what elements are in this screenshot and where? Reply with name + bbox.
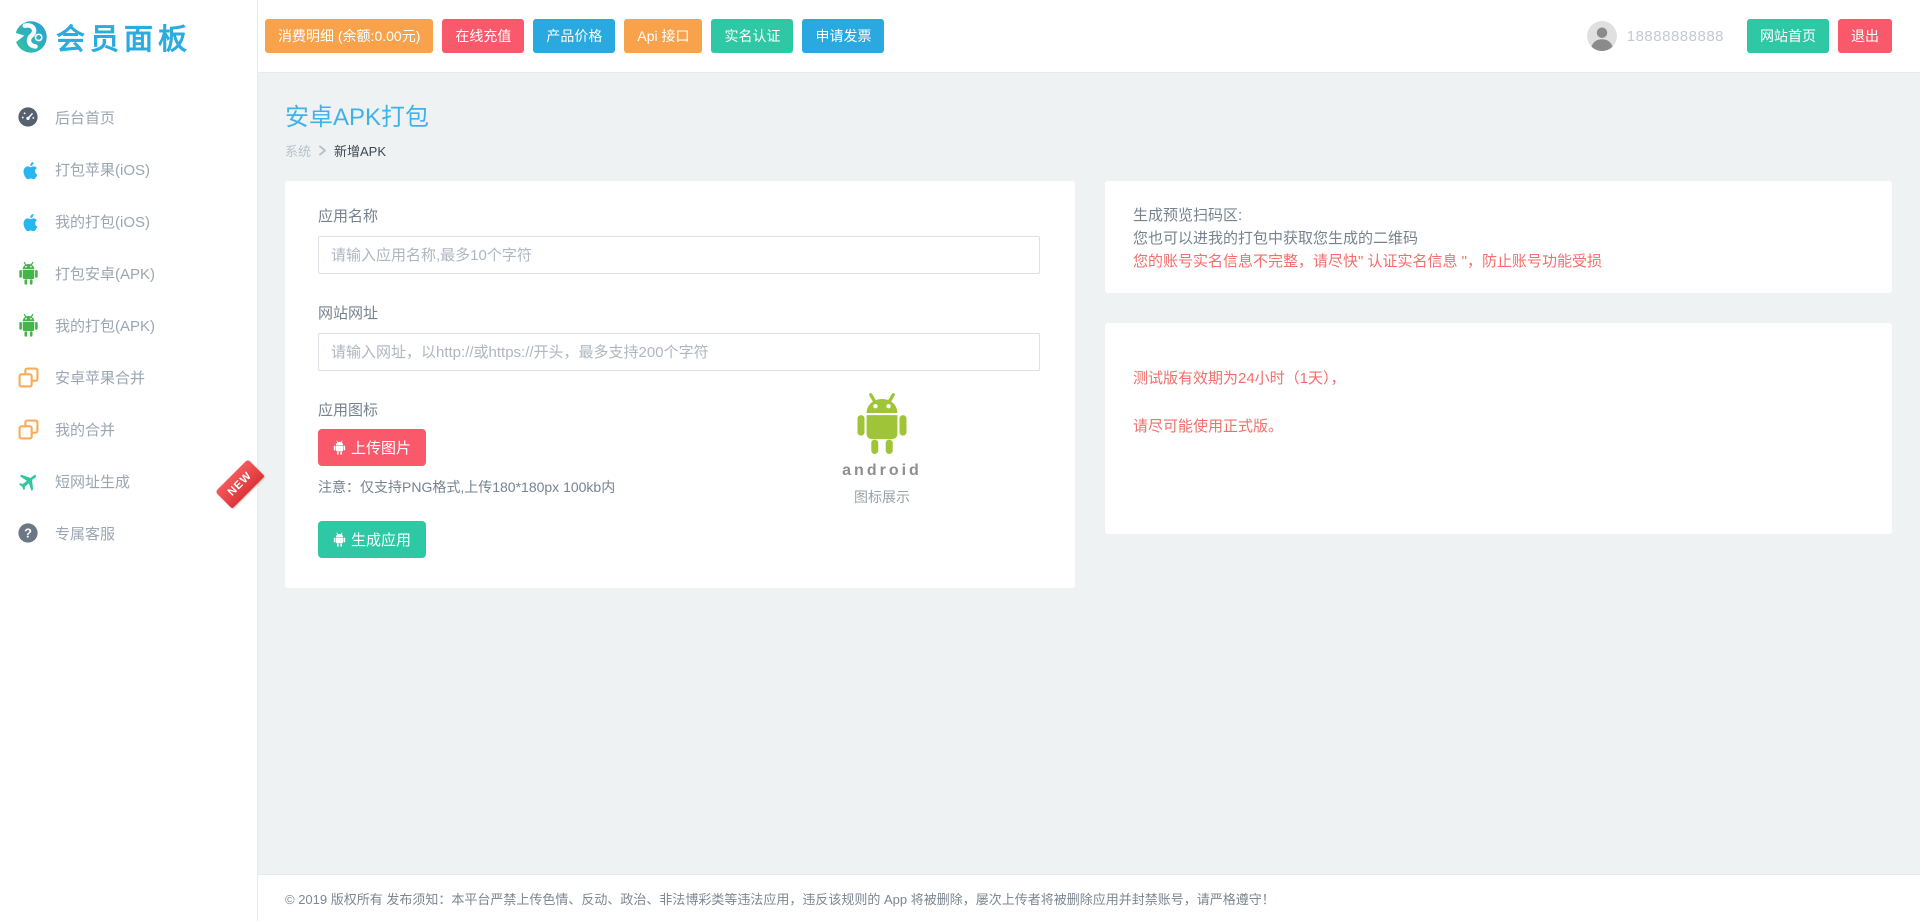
breadcrumb: 系统 新增APK (285, 141, 1892, 160)
sidebar-item-merge-android-ios[interactable]: 安卓苹果合并 (0, 351, 257, 403)
apple-icon (14, 158, 42, 181)
android-icon (14, 313, 42, 337)
sidebar-item-package-apk[interactable]: 打包安卓(APK) (0, 247, 257, 299)
android-logotype: android (817, 462, 947, 480)
online-recharge-button[interactable]: 在线充值 (442, 19, 524, 53)
app-name-label: 应用名称 (318, 205, 1040, 226)
brand-swirl-icon (13, 19, 49, 55)
trial-notice-line2: 请尽可能使用正式版。 (1133, 415, 1864, 436)
topbar-button-group: 消费明细 (余额:0.00元) 在线充值 产品价格 Api 接口 实名认证 申请… (265, 19, 884, 53)
footer: © 2019 版权所有 发布须知：本平台严禁上传色情、反动、政治、非法博彩类等违… (258, 874, 1920, 921)
logout-button[interactable]: 退出 (1838, 19, 1892, 53)
real-name-auth-button[interactable]: 实名认证 (711, 19, 793, 53)
sidebar-item-dashboard[interactable]: 后台首页 (0, 91, 257, 143)
breadcrumb-root[interactable]: 系统 (285, 141, 311, 160)
merge-copy-icon (14, 366, 42, 389)
sidebar-item-label: 短网址生成 (55, 471, 130, 492)
chevron-right-icon (318, 145, 327, 156)
invoice-request-button[interactable]: 申请发票 (802, 19, 884, 53)
product-price-button[interactable]: 产品价格 (533, 19, 615, 53)
sidebar-item-package-ios[interactable]: 打包苹果(iOS) (0, 143, 257, 195)
sidebar-item-customer-service[interactable]: 专属客服 (0, 507, 257, 559)
topbar-user-area: 18888888888 网站首页 退出 (1587, 19, 1892, 53)
apple-icon (14, 210, 42, 233)
android-icon (14, 261, 42, 285)
sidebar-item-label: 打包安卓(APK) (55, 263, 155, 284)
question-circle-icon (14, 522, 42, 544)
sidebar-item-label: 打包苹果(iOS) (55, 159, 150, 180)
trial-notice-card: 测试版有效期为24小时（1天）， 请尽可能使用正式版。 (1105, 323, 1892, 534)
merge-copy-icon (14, 418, 42, 441)
trial-notice-line1: 测试版有效期为24小时（1天）， (1133, 367, 1864, 388)
sidebar-item-label: 安卓苹果合并 (55, 367, 145, 388)
app-icon-preview: android 图标展示 (817, 391, 947, 507)
user-avatar (1587, 21, 1617, 51)
app-name-input[interactable] (318, 236, 1040, 274)
upload-image-button[interactable]: 上传图片 (318, 429, 426, 466)
sidebar-item-my-packages-apk[interactable]: 我的打包(APK) (0, 299, 257, 351)
android-icon (333, 440, 346, 455)
user-phone: 18888888888 (1627, 28, 1724, 45)
sidebar-item-my-packages-ios[interactable]: 我的打包(iOS) (0, 195, 257, 247)
site-url-label: 网站网址 (318, 302, 1040, 323)
topbar: 消费明细 (余额:0.00元) 在线充值 产品价格 Api 接口 实名认证 申请… (258, 0, 1920, 73)
api-button[interactable]: Api 接口 (624, 19, 702, 53)
member-panel-app: 会员面板 后台首页 打包苹果(iOS) 我的打包(iOS) 打包安卓(APK) … (0, 0, 1920, 921)
generate-app-button[interactable]: 生成应用 (318, 521, 426, 558)
copyright-text: © 2019 版权所有 发布须知：本平台严禁上传色情、反动、政治、非法博彩类等违… (285, 889, 1275, 908)
sidebar-item-label: 我的合并 (55, 419, 115, 440)
sidebar-item-label: 专属客服 (55, 523, 115, 544)
logo: 会员面板 (0, 0, 257, 73)
content-area: 安卓APK打包 系统 新增APK 应用名称 网站网址 应用图标 (258, 73, 1920, 874)
cards-row: 应用名称 网站网址 应用图标 上传图片 注意：仅支持PNG格式,上传180*18… (285, 181, 1892, 588)
page-title: 安卓APK打包 (285, 97, 1892, 132)
android-robot-icon (854, 391, 910, 455)
consumption-detail-button[interactable]: 消费明细 (余额:0.00元) (265, 19, 433, 53)
site-home-button[interactable]: 网站首页 (1747, 19, 1829, 53)
upload-image-label: 上传图片 (351, 437, 411, 458)
icon-preview-caption: 图标展示 (817, 487, 947, 507)
android-icon (333, 532, 346, 547)
qr-preview-card: 生成预览扫码区: 您也可以进我的打包中获取您生成的二维码 您的账号实名信息不完整… (1105, 181, 1892, 293)
qr-preview-line1: 生成预览扫码区: (1133, 204, 1864, 227)
sidebar: 会员面板 后台首页 打包苹果(iOS) 我的打包(iOS) 打包安卓(APK) … (0, 0, 258, 921)
sidebar-item-short-url[interactable]: 短网址生成 (0, 455, 257, 507)
main-column: 消费明细 (余额:0.00元) 在线充值 产品价格 Api 接口 实名认证 申请… (258, 0, 1920, 921)
plane-icon (14, 470, 42, 493)
brand-title: 会员面板 (56, 16, 192, 58)
sidebar-item-label: 后台首页 (55, 107, 115, 128)
sidebar-item-label: 我的打包(APK) (55, 315, 155, 336)
sidebar-item-label: 我的打包(iOS) (55, 211, 150, 232)
qr-preview-line2: 您也可以进我的打包中获取您生成的二维码 (1133, 227, 1864, 250)
real-name-warning: 您的账号实名信息不完整，请尽快" 认证实名信息 "，防止账号功能受损 (1133, 250, 1864, 273)
apk-form-card: 应用名称 网站网址 应用图标 上传图片 注意：仅支持PNG格式,上传180*18… (285, 181, 1075, 588)
generate-app-label: 生成应用 (351, 529, 411, 550)
sidebar-item-my-merges[interactable]: 我的合并 (0, 403, 257, 455)
breadcrumb-current: 新增APK (334, 141, 386, 160)
dashboard-icon (14, 106, 42, 128)
right-column: 生成预览扫码区: 您也可以进我的打包中获取您生成的二维码 您的账号实名信息不完整… (1105, 181, 1892, 534)
site-url-input[interactable] (318, 333, 1040, 371)
